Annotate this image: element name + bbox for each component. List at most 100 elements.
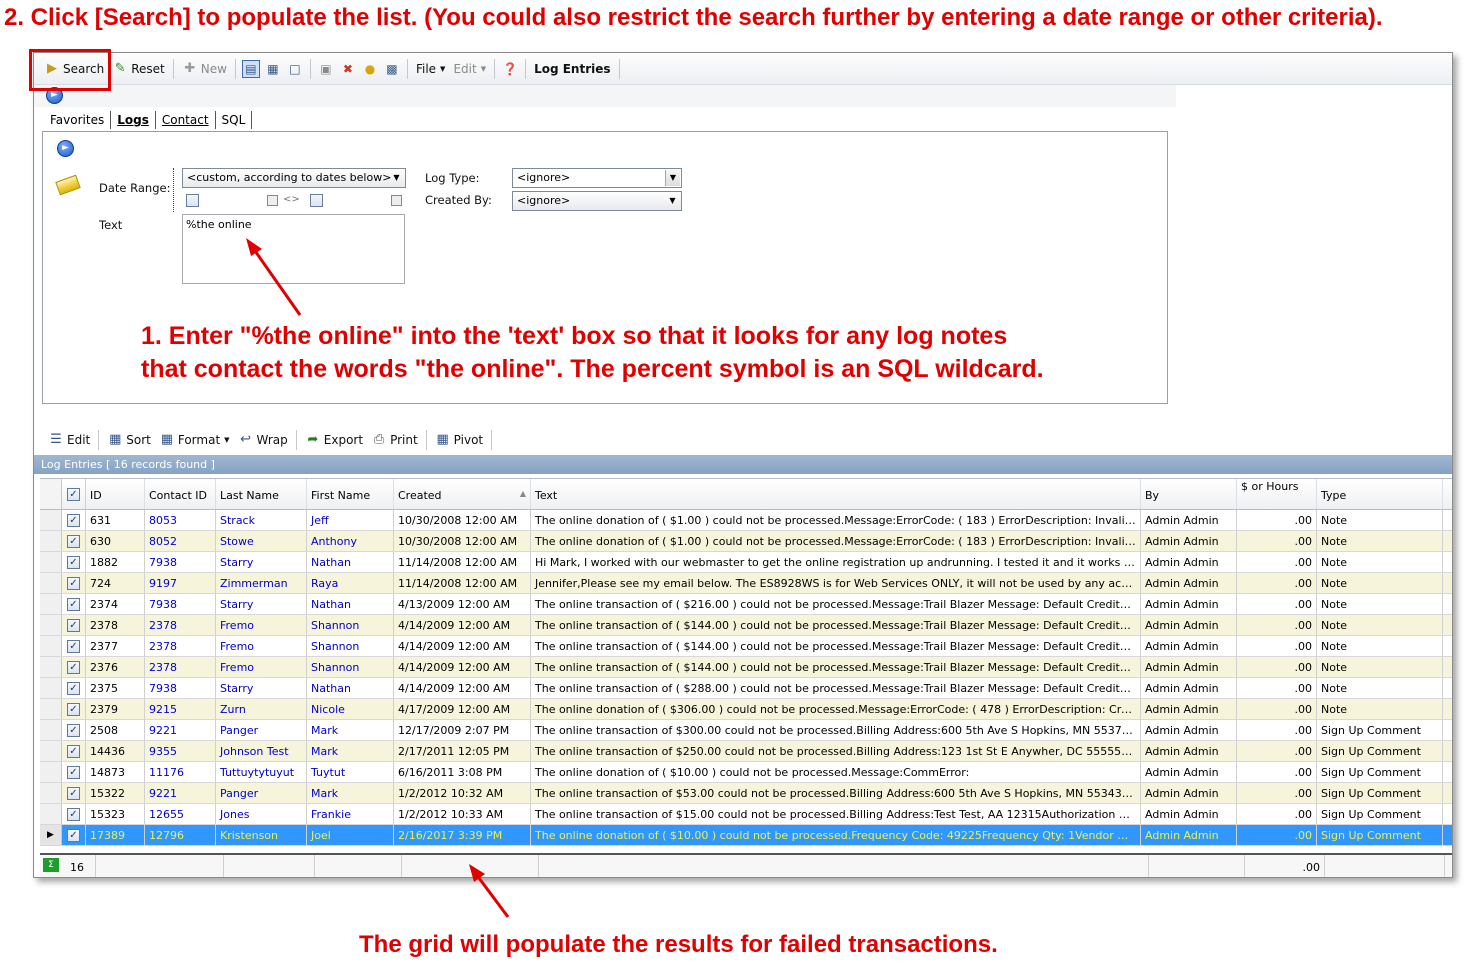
row-checkbox[interactable]: ✓	[62, 657, 86, 677]
grid-pivot-button[interactable]: ▦ Pivot	[431, 429, 487, 451]
row-checkbox[interactable]: ✓	[62, 531, 86, 551]
column-header-amount[interactable]: $ or Hours	[1237, 479, 1317, 509]
table-row[interactable]: ✓ 2376 2378 Fremo Shannon 4/14/2009 12:00 AM T…	[40, 657, 1452, 678]
cell-by: Admin Admin	[1141, 615, 1237, 635]
help-icon[interactable]: ❓	[501, 60, 519, 78]
row-selector[interactable]	[40, 552, 62, 572]
folder-icon[interactable]: □	[286, 60, 304, 78]
row-selector[interactable]	[40, 636, 62, 656]
list-view-icon[interactable]: ▤	[241, 59, 260, 78]
row-checkbox[interactable]: ✓	[62, 783, 86, 803]
row-selector[interactable]	[40, 783, 62, 803]
grid-wrap-button[interactable]: ↩ Wrap	[234, 429, 292, 451]
row-selector[interactable]	[40, 720, 62, 740]
table-row[interactable]: ✓ 2375 7938 Starry Nathan 4/14/2009 12:00 AM T…	[40, 678, 1452, 699]
date-range-select[interactable]: <custom, according to dates below> ▼	[182, 168, 406, 188]
to-date-checkbox[interactable]	[310, 194, 323, 207]
tab-logs[interactable]: Logs	[111, 111, 156, 129]
table-row[interactable]: ✓ 1882 7938 Starry Nathan 11/14/2008 12:00 AM…	[40, 552, 1452, 573]
grid-sort-button[interactable]: ▦ Sort	[103, 429, 155, 451]
column-header-by[interactable]: By	[1141, 479, 1237, 509]
file-menu[interactable]: File ▼	[412, 58, 449, 80]
row-checkbox[interactable]: ✓	[62, 678, 86, 698]
table-row[interactable]: ✓ 2374 7938 Starry Nathan 4/13/2009 12:00 AM T…	[40, 594, 1452, 615]
row-checkbox[interactable]: ✓	[62, 741, 86, 761]
log-type-select[interactable]: <ignore> ▼	[512, 168, 682, 188]
row-checkbox[interactable]: ✓	[62, 720, 86, 740]
table-row[interactable]: ✓ 15322 9221 Panger Mark 1/2/2012 10:32 AM The…	[40, 783, 1452, 804]
cell-by: Admin Admin	[1141, 762, 1237, 782]
table-row[interactable]: ✓ 631 8053 Strack Jeff 10/30/2008 12:00 AM The…	[40, 510, 1452, 531]
column-header-created-label: Created	[398, 489, 442, 502]
form-view-icon[interactable]: ▦	[264, 60, 282, 78]
row-selector[interactable]	[40, 615, 62, 635]
row-selector[interactable]	[40, 573, 62, 593]
row-selector[interactable]	[40, 741, 62, 761]
table-row[interactable]: ✓ 630 8052 Stowe Anthony 10/30/2008 12:00 AM T…	[40, 531, 1452, 552]
column-header-created[interactable]: Created ▲	[394, 479, 531, 509]
from-date-calendar-icon[interactable]	[267, 195, 278, 206]
column-header-id[interactable]: ID	[86, 479, 145, 509]
grid-edit-button[interactable]: ☰ Edit	[44, 429, 94, 451]
new-button-label: New	[200, 61, 227, 76]
table-row[interactable]: ▶ ✓ 17389 12796 Kristenson Joel 2/16/2017 3:39…	[40, 825, 1452, 846]
row-selector[interactable]	[40, 510, 62, 530]
row-checkbox[interactable]: ✓	[62, 636, 86, 656]
lock-icon[interactable]: ●	[361, 60, 379, 78]
cell-type: Note	[1317, 699, 1443, 719]
tab-sql[interactable]: SQL	[216, 111, 253, 129]
grid-format-button[interactable]: ▦ Format ▼	[155, 429, 234, 451]
delete-icon[interactable]: ✖	[339, 60, 357, 78]
table-row[interactable]: ✓ 14873 11176 Tuttuytytuyut Tuytut 6/16/2011 …	[40, 762, 1452, 783]
save-icon[interactable]: ▣	[317, 60, 335, 78]
row-checkbox[interactable]: ✓	[62, 825, 86, 845]
row-selector[interactable]	[40, 594, 62, 614]
column-header-type[interactable]: Type	[1317, 479, 1443, 509]
grid-print-button[interactable]: ⎙ Print	[367, 429, 422, 451]
row-checkbox[interactable]: ✓	[62, 615, 86, 635]
row-checkbox[interactable]: ✓	[62, 699, 86, 719]
row-selector[interactable]	[40, 699, 62, 719]
column-header-contact-id[interactable]: Contact ID	[145, 479, 216, 509]
row-checkbox[interactable]: ✓	[62, 552, 86, 572]
text-search-input[interactable]: %the online	[182, 214, 405, 284]
tab-contact[interactable]: Contact	[156, 111, 216, 129]
reset-button[interactable]: ✎ Reset	[108, 58, 169, 80]
row-checkbox[interactable]: ✓	[62, 510, 86, 530]
table-row[interactable]: ✓ 14436 9355 Johnson Test Mark 2/17/2011 12:0…	[40, 741, 1452, 762]
table-row[interactable]: ✓ 15323 12655 Jones Frankie 1/2/2012 10:33 AM…	[40, 804, 1452, 825]
grid-export-button[interactable]: ➦ Export	[301, 429, 367, 451]
row-selector[interactable]	[40, 531, 62, 551]
from-date-checkbox[interactable]	[186, 194, 199, 207]
table-row[interactable]: ✓ 2377 2378 Fremo Shannon 4/14/2009 12:00 AM T…	[40, 636, 1452, 657]
row-selector[interactable]	[40, 678, 62, 698]
edit-menu[interactable]: Edit ▼	[449, 58, 490, 80]
new-button[interactable]: ✚ New	[178, 58, 231, 80]
table-row[interactable]: ✓ 2508 9221 Panger Mark 12/17/2009 2:07 PM The…	[40, 720, 1452, 741]
row-selector[interactable]	[40, 804, 62, 824]
table-row[interactable]: ✓ 2378 2378 Fremo Shannon 4/14/2009 12:00 AM T…	[40, 615, 1452, 636]
cell-first-name: Mark	[307, 741, 394, 761]
date-range-value: <custom, according to dates below>	[187, 171, 392, 184]
cell-text: The online donation of ( $1.00 ) could n…	[531, 531, 1141, 551]
table-row[interactable]: ✓ 724 9197 Zimmerman Raya 11/14/2008 12:00 AM…	[40, 573, 1452, 594]
created-by-select[interactable]: <ignore> ▼	[512, 191, 682, 211]
tab-favorites[interactable]: Favorites	[44, 111, 112, 129]
column-header-last-name[interactable]: Last Name	[216, 479, 307, 509]
row-selector[interactable]	[40, 762, 62, 782]
row-checkbox[interactable]: ✓	[62, 573, 86, 593]
report-icon[interactable]: ▩	[383, 60, 401, 78]
row-selector[interactable]	[40, 657, 62, 677]
row-checkbox[interactable]: ✓	[62, 804, 86, 824]
column-header-text[interactable]: Text	[531, 479, 1141, 509]
column-header-first-name[interactable]: First Name	[307, 479, 394, 509]
to-date-calendar-icon[interactable]	[391, 195, 402, 206]
navigate-icon[interactable]: ►	[57, 140, 74, 157]
select-all-checkbox[interactable]: ✓	[62, 479, 86, 509]
row-checkbox[interactable]: ✓	[62, 594, 86, 614]
cell-by: Admin Admin	[1141, 699, 1237, 719]
table-row[interactable]: ✓ 2379 9215 Zurn Nicole 4/17/2009 12:00 AM The…	[40, 699, 1452, 720]
printer-icon: ⎙	[373, 432, 385, 447]
row-checkbox[interactable]: ✓	[62, 762, 86, 782]
row-selector[interactable]: ▶	[40, 825, 62, 845]
